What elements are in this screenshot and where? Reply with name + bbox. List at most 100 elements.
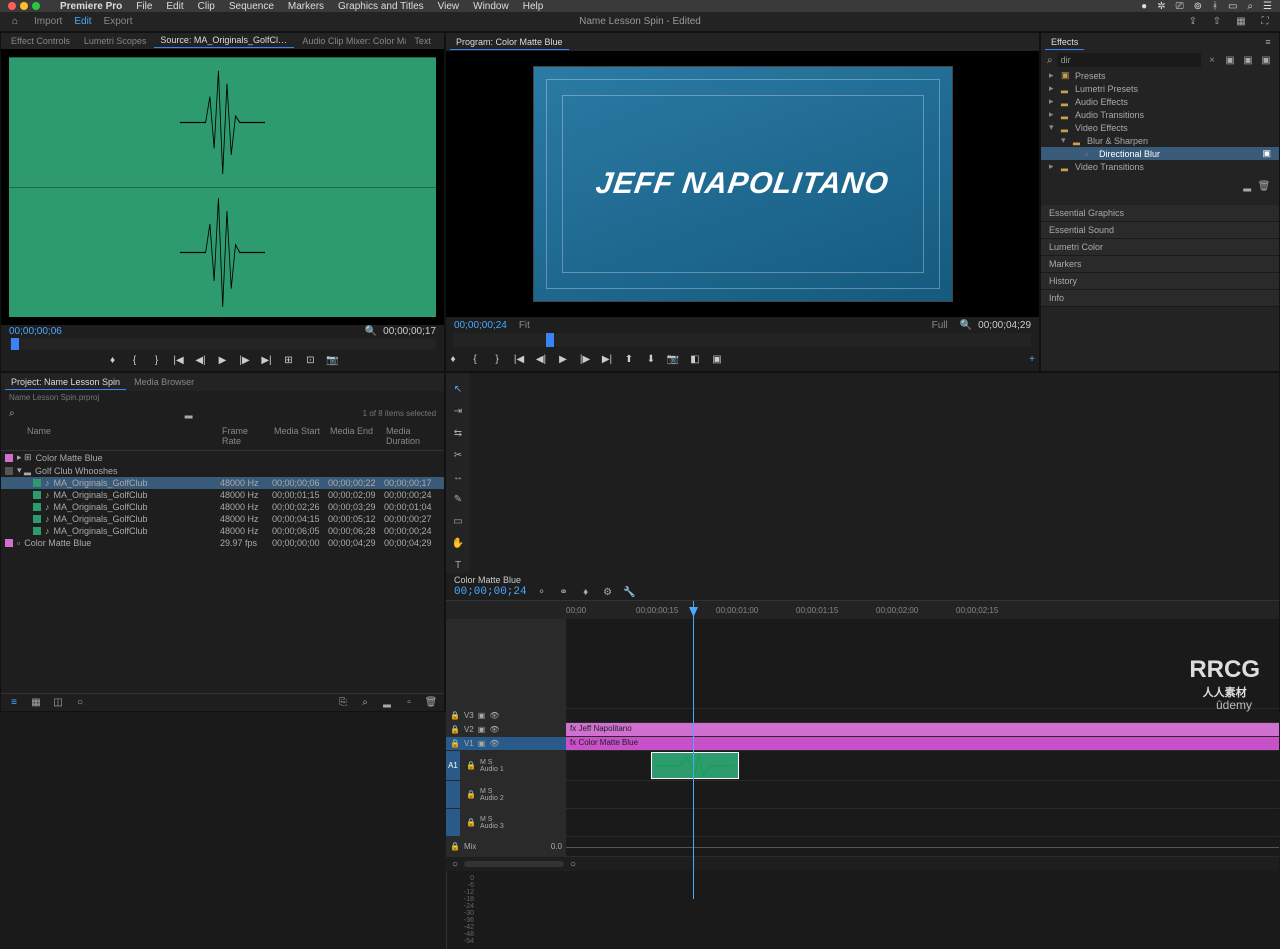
zoom-icon[interactable]: 🔍: [960, 320, 972, 331]
new-item-icon[interactable]: ▫: [402, 696, 416, 710]
delete-icon[interactable]: 🗑: [424, 696, 438, 710]
insert-icon[interactable]: ⊞: [282, 354, 296, 368]
safezone-icon[interactable]: ▣: [710, 352, 724, 366]
zoom-out-icon[interactable]: ○: [452, 859, 458, 870]
overwrite-icon[interactable]: ⊡: [304, 354, 318, 368]
track-v3-label[interactable]: V3: [464, 711, 474, 720]
export-frame-icon[interactable]: 📷: [666, 352, 680, 366]
step-back-icon[interactable]: ◀|: [194, 354, 208, 368]
zoom-slider[interactable]: [464, 861, 564, 867]
project-row[interactable]: ▫Color Matte Blue29.97 fps00;00;00;0000;…: [1, 537, 444, 549]
menu-sequence[interactable]: Sequence: [229, 1, 274, 12]
step-forward-icon[interactable]: |▶: [578, 352, 592, 366]
menu-view[interactable]: View: [438, 1, 460, 12]
clip-audio[interactable]: [651, 752, 739, 779]
share-icon[interactable]: ⇧: [1210, 15, 1224, 29]
settings-plus-icon[interactable]: +: [1025, 352, 1039, 366]
program-scrub-bar[interactable]: [454, 333, 1031, 347]
ripple-tool-icon[interactable]: ⇆: [450, 425, 466, 441]
home-icon[interactable]: ⌂: [8, 15, 22, 29]
razor-tool-icon[interactable]: ✂: [450, 447, 466, 463]
extract-icon[interactable]: ⬇: [644, 352, 658, 366]
linked-selection-icon[interactable]: ⚭: [557, 585, 571, 599]
panel-history[interactable]: History: [1041, 273, 1279, 290]
menu-help[interactable]: Help: [523, 1, 544, 12]
workspace-import[interactable]: Import: [34, 16, 62, 27]
col-media-start[interactable]: Media Start: [270, 424, 326, 448]
quality-full[interactable]: Full: [932, 320, 948, 331]
tab-effect-controls[interactable]: Effect Controls: [5, 34, 76, 48]
new-bin-icon[interactable]: ▂: [1240, 179, 1254, 193]
lift-icon[interactable]: ⬆: [622, 352, 636, 366]
mark-out-icon[interactable]: }: [490, 352, 504, 366]
panel-essential-sound[interactable]: Essential Sound: [1041, 222, 1279, 239]
track-lock-icon[interactable]: 🔒: [466, 761, 476, 770]
go-to-out-icon[interactable]: ▶|: [600, 352, 614, 366]
track-lock-icon[interactable]: 🔒: [466, 790, 476, 799]
play-icon[interactable]: ▶: [556, 352, 570, 366]
program-monitor[interactable]: JEFF NAPOLITANO: [446, 51, 1039, 317]
panel-lumetri-color[interactable]: Lumetri Color: [1041, 239, 1279, 256]
slip-tool-icon[interactable]: ↔: [450, 469, 466, 485]
zoom-in-icon[interactable]: ○: [570, 859, 576, 870]
playhead-line[interactable]: [693, 601, 694, 899]
track-mix-label[interactable]: Mix: [464, 842, 476, 851]
project-row[interactable]: ▸ ⊞Color Matte Blue: [1, 451, 444, 464]
track-lock-icon[interactable]: 🔒: [466, 818, 476, 827]
col-name[interactable]: Name: [23, 424, 218, 448]
tab-media-browser[interactable]: Media Browser: [128, 375, 200, 389]
track-toggle-icon[interactable]: ▣: [478, 711, 486, 720]
project-row[interactable]: ♪MA_Originals_GolfClub48000 Hz00;00;02;2…: [1, 501, 444, 513]
go-to-out-icon[interactable]: ▶|: [260, 354, 274, 368]
clip-v1[interactable]: fx Color Matte Blue: [566, 737, 1279, 750]
clear-search-icon[interactable]: ×: [1205, 55, 1219, 66]
mark-in-icon[interactable]: {: [468, 352, 482, 366]
tree-directional-blur[interactable]: ▫Directional Blur▣: [1041, 147, 1279, 160]
tree-audio-transitions[interactable]: ▸▂Audio Transitions: [1041, 108, 1279, 121]
go-to-in-icon[interactable]: |◀: [172, 354, 186, 368]
tab-project[interactable]: Project: Name Lesson Spin: [5, 375, 126, 390]
tab-audio-mixer[interactable]: Audio Clip Mixer: Color Matte Blue: [296, 34, 406, 48]
source-tc-current[interactable]: 00;00;00;06: [9, 326, 62, 337]
quick-export-icon[interactable]: ⇪: [1186, 15, 1200, 29]
marker-icon[interactable]: ♦: [579, 585, 593, 599]
wifi-icon[interactable]: ⊚: [1194, 1, 1202, 12]
maximize-icon[interactable]: [32, 2, 40, 10]
bluetooth-icon[interactable]: ᚼ: [1212, 1, 1218, 12]
col-media-end[interactable]: Media End: [326, 424, 382, 448]
menu-markers[interactable]: Markers: [288, 1, 324, 12]
selection-tool-icon[interactable]: ↖: [450, 381, 466, 397]
play-icon[interactable]: ▶: [216, 354, 230, 368]
pen-tool-icon[interactable]: ✎: [450, 491, 466, 507]
menu-edit[interactable]: Edit: [166, 1, 183, 12]
zoom-fit[interactable]: Fit: [519, 320, 530, 331]
track-select-tool-icon[interactable]: ⇥: [450, 403, 466, 419]
search-icon[interactable]: ⌕: [9, 408, 15, 419]
track-eye-icon[interactable]: 👁: [489, 725, 499, 734]
app-name[interactable]: Premiere Pro: [60, 1, 122, 12]
new-bin-icon[interactable]: ▂: [182, 406, 196, 420]
menu-window[interactable]: Window: [473, 1, 509, 12]
tab-effects[interactable]: Effects: [1045, 35, 1084, 50]
mark-out-icon[interactable]: }: [150, 354, 164, 368]
project-row[interactable]: ♪MA_Originals_GolfClub48000 Hz00;00;01;1…: [1, 489, 444, 501]
col-media-duration[interactable]: Media Duration: [382, 424, 438, 448]
tab-lumetri-scopes[interactable]: Lumetri Scopes: [78, 34, 153, 48]
close-icon[interactable]: [8, 2, 16, 10]
tree-presets[interactable]: ▸▣Presets: [1041, 69, 1279, 82]
battery-icon[interactable]: ▭: [1228, 1, 1237, 12]
track-eye-icon[interactable]: 👁: [489, 711, 499, 720]
a1-source-patch[interactable]: A1: [446, 751, 460, 780]
delete-icon[interactable]: 🗑: [1257, 179, 1271, 193]
track-v1-label[interactable]: V1: [464, 739, 474, 748]
control-center-icon[interactable]: ☰: [1263, 1, 1272, 12]
source-monitor[interactable]: [1, 49, 444, 325]
go-to-in-icon[interactable]: |◀: [512, 352, 526, 366]
step-forward-icon[interactable]: |▶: [238, 354, 252, 368]
mix-value[interactable]: 0.0: [551, 842, 562, 851]
tab-program[interactable]: Program: Color Matte Blue: [450, 35, 569, 50]
program-tc-current[interactable]: 00;00;00;24: [454, 320, 507, 331]
track-lock-icon[interactable]: 🔒: [450, 725, 460, 734]
menu-graphics[interactable]: Graphics and Titles: [338, 1, 424, 12]
track-lock-icon[interactable]: 🔒: [450, 842, 460, 851]
